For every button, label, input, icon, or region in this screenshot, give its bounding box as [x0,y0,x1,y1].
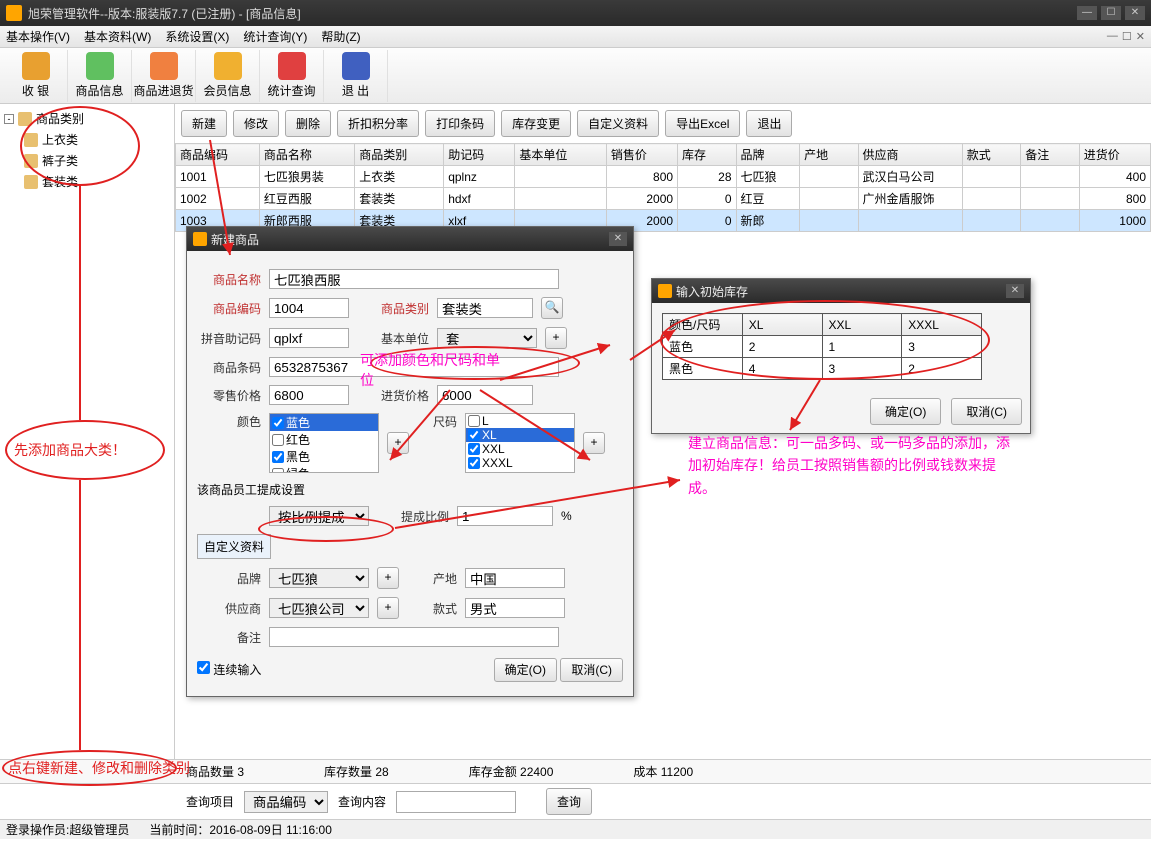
input-pinyin[interactable] [269,328,349,348]
input-style[interactable] [465,598,565,618]
select-commission-mode[interactable]: 按比例提成 [269,506,369,526]
add-unit-button[interactable]: + [545,327,567,349]
dialog-icon [658,284,672,298]
titlebar: 旭荣管理软件--版本:服装版7.7 (已注册) - [商品信息] — ☐ ✕ [0,0,1151,26]
menu-sys-settings[interactable]: 系统设置(X) [165,28,229,45]
product-grid[interactable]: 商品编码商品名称商品类别助记码基本单位销售价库存品牌产地供应商款式备注进货价 1… [175,143,1151,232]
select-unit[interactable]: 套 [437,328,537,348]
dialog-close-button[interactable]: ✕ [609,232,627,246]
folder-icon [18,112,32,126]
dlg-ok-button[interactable]: 确定(O) [494,658,557,682]
add-brand-button[interactable]: + [377,567,399,589]
folder-icon [24,154,38,168]
tb-member[interactable]: 会员信息 [196,50,260,102]
summary-count: 商品数量 3 [186,763,244,780]
tree-item-pants[interactable]: 裤子类 [24,150,170,171]
dialog-title: 新建商品 [211,231,259,248]
query-row: 查询项目 商品编码 查询内容 查询 [0,783,1151,819]
btn-new[interactable]: 新建 [181,110,227,137]
tb-exit[interactable]: 退 出 [324,50,388,102]
folder-icon [24,133,38,147]
menu-basic-op[interactable]: 基本操作(V) [6,28,70,45]
add-color-button[interactable]: + [387,432,409,454]
tree-root[interactable]: - 商品类别 [4,108,170,129]
input-ratio[interactable] [457,506,553,526]
btn-edit[interactable]: 修改 [233,110,279,137]
btn-stock-change[interactable]: 库存变更 [501,110,571,137]
dialog-close-button[interactable]: ✕ [1006,284,1024,298]
tb-stock-inout[interactable]: 商品进退货 [132,50,196,102]
dialog-title: 输入初始库存 [676,283,748,300]
query-button[interactable]: 查询 [546,788,592,815]
dialog-initial-stock: 输入初始库存 ✕ 颜色/尺码XLXXLXXXL 蓝色213 黑色432 确定(O)… [651,278,1031,434]
status-user: 登录操作员:超级管理员 [6,821,129,838]
dialog-new-product: 新建商品✕ 商品名称 商品编码 商品类别 🔍 拼音助记码 基本单位套 + 商品条… [186,226,634,697]
tb-product-info[interactable]: 商品信息 [68,50,132,102]
summary-stockqty: 库存数量 28 [324,763,389,780]
action-buttons: 新建 修改 删除 折扣积分率 打印条码 库存变更 自定义资料 导出Excel 退… [175,104,1151,143]
dialog-icon [193,232,207,246]
browse-category-button[interactable]: 🔍 [541,297,563,319]
btn-discount[interactable]: 折扣积分率 [337,110,419,137]
tb-cashier[interactable]: 收 银 [4,50,68,102]
sidebar: - 商品类别 上衣类 裤子类 套装类 [0,104,175,759]
app-icon [6,5,22,21]
add-size-button[interactable]: + [583,432,605,454]
mdi-minimize[interactable]: — [1107,30,1118,43]
summary-stockval: 库存金额 22400 [469,763,554,780]
listbox-sizes[interactable]: L XL XXL XXXL [465,413,575,473]
table-row: 1001七匹狼男装上衣类qplnz80028七匹狼武汉白马公司400 [176,166,1151,188]
summary-cost: 成本 11200 [633,763,693,780]
menu-basic-data[interactable]: 基本资料(W) [84,28,151,45]
stock-ok-button[interactable]: 确定(O) [870,398,941,425]
custom-section-label: 自定义资料 [197,534,271,559]
add-supplier-button[interactable]: + [377,597,399,619]
query-content-input[interactable] [396,791,516,813]
summary-row: 商品数量 3 库存数量 28 库存金额 22400 成本 11200 [0,759,1151,783]
tree-item-suits[interactable]: 套装类 [24,171,170,192]
btn-custom-data[interactable]: 自定义资料 [577,110,659,137]
select-supplier[interactable]: 七匹狼公司 [269,598,369,618]
commission-label: 该商品员工提成设置 [197,481,623,498]
btn-print-barcode[interactable]: 打印条码 [425,110,495,137]
stock-table[interactable]: 颜色/尺码XLXXLXXXL 蓝色213 黑色432 [662,313,982,380]
input-remark[interactable] [269,627,559,647]
query-item-select[interactable]: 商品编码 [244,791,328,813]
btn-export-excel[interactable]: 导出Excel [665,110,740,137]
query-content-label: 查询内容 [338,793,386,810]
input-retail[interactable] [269,385,349,405]
folder-icon [24,175,38,189]
window-title: 旭荣管理软件--版本:服装版7.7 (已注册) - [商品信息] [28,5,301,22]
checkbox-continuous[interactable] [197,661,210,674]
listbox-colors[interactable]: 蓝色 红色 黑色 绿色 [269,413,379,473]
query-item-label: 查询项目 [186,793,234,810]
toolbar: 收 银 商品信息 商品进退货 会员信息 统计查询 退 出 [0,48,1151,104]
btn-delete[interactable]: 删除 [285,110,331,137]
statusbar: 登录操作员:超级管理员 当前时间：2016-08-09日 11:16:00 [0,819,1151,839]
table-row: 1002红豆西服套装类hdxf20000红豆广州金盾服饰800 [176,188,1151,210]
tb-stats[interactable]: 统计查询 [260,50,324,102]
input-barcode[interactable] [269,357,559,377]
btn-exit[interactable]: 退出 [746,110,792,137]
tree-item-tops[interactable]: 上衣类 [24,129,170,150]
input-category[interactable] [437,298,533,318]
menu-help[interactable]: 帮助(Z) [321,28,360,45]
maximize-button[interactable]: ☐ [1101,6,1121,20]
menu-stats[interactable]: 统计查询(Y) [243,28,307,45]
input-purchase[interactable] [437,385,533,405]
menubar: 基本操作(V) 基本资料(W) 系统设置(X) 统计查询(Y) 帮助(Z) — … [0,26,1151,48]
dlg-cancel-button[interactable]: 取消(C) [560,658,623,682]
input-origin[interactable] [465,568,565,588]
status-time: 当前时间：2016-08-09日 11:16:00 [149,821,332,838]
mdi-close[interactable]: ✕ [1136,30,1145,43]
close-button[interactable]: ✕ [1125,6,1145,20]
minimize-button[interactable]: — [1077,6,1097,20]
collapse-icon[interactable]: - [4,114,14,124]
input-code[interactable] [269,298,349,318]
input-name[interactable] [269,269,559,289]
stock-cancel-button[interactable]: 取消(C) [951,398,1022,425]
mdi-restore[interactable]: ☐ [1122,30,1132,43]
select-brand[interactable]: 七匹狼 [269,568,369,588]
